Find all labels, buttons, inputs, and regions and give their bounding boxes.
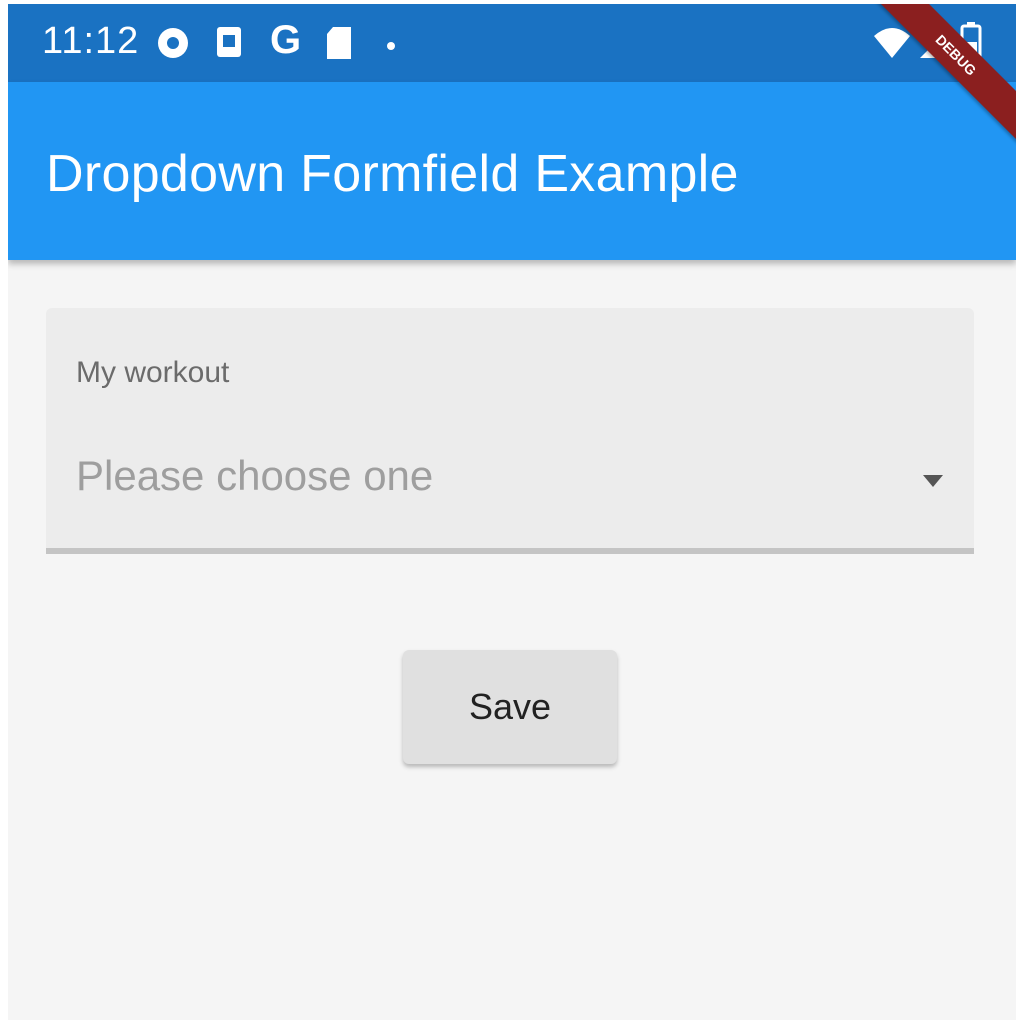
save-button[interactable]: Save <box>403 650 617 764</box>
notification-icon <box>216 26 242 65</box>
app-screen: 11:12 G Dropdown Formfield Example DEBUG… <box>8 4 1016 1020</box>
dropdown-underline <box>46 548 974 554</box>
page-title: Dropdown Formfield Example <box>46 145 739 203</box>
sd-card-icon <box>326 26 352 65</box>
dropdown-label: My workout <box>76 356 230 389</box>
app-bar: Dropdown Formfield Example <box>8 82 1016 260</box>
workout-dropdown[interactable]: My workout Please choose one <box>46 308 974 554</box>
status-time: 11:12 <box>42 20 140 62</box>
dropdown-placeholder: Please choose one <box>76 452 434 499</box>
arrow-drop-down-icon[interactable] <box>922 474 944 493</box>
wifi-icon <box>872 26 912 65</box>
dot-icon <box>386 38 396 56</box>
settings-circle-icon <box>156 26 190 65</box>
google-g-icon: G <box>270 18 302 62</box>
status-bar: 11:12 G <box>8 4 1016 82</box>
